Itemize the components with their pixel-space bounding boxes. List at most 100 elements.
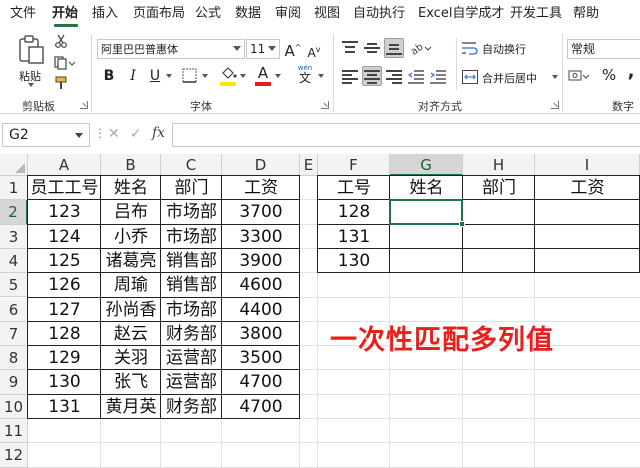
align-right-icon[interactable] — [386, 70, 402, 84]
cell-f1[interactable]: 工号 — [318, 176, 390, 200]
row-header-8[interactable]: 8 — [0, 346, 28, 371]
cell-b7[interactable]: 赵云 — [101, 322, 161, 346]
font-color-dropdown-icon[interactable] — [275, 74, 281, 78]
underline-dropdown-icon[interactable] — [166, 74, 172, 78]
cell-a9[interactable]: 130 — [28, 370, 101, 394]
currency-icon[interactable] — [568, 68, 590, 84]
decrease-indent-icon[interactable] — [408, 70, 424, 84]
cell-a2[interactable]: 123 — [28, 200, 101, 224]
cell-a10[interactable]: 131 — [28, 395, 101, 419]
cell-d2[interactable]: 3700 — [222, 200, 300, 224]
formula-input[interactable] — [172, 123, 640, 147]
column-header-e[interactable]: E — [300, 154, 318, 176]
cell-b8[interactable]: 关羽 — [101, 346, 161, 370]
tab-insert[interactable]: 插入 — [92, 6, 118, 22]
cell-i2[interactable] — [535, 200, 640, 224]
tab-page-layout[interactable]: 页面布局 — [133, 6, 185, 22]
borders-dropdown-icon[interactable] — [202, 74, 208, 78]
shrink-font-button[interactable]: Av — [305, 42, 323, 61]
cell-i3[interactable] — [535, 225, 640, 249]
cell-h3[interactable] — [463, 225, 535, 249]
merge-center-button[interactable]: 合并后居中 — [462, 68, 558, 86]
increase-indent-icon[interactable] — [430, 70, 446, 84]
align-left-icon[interactable] — [342, 70, 358, 84]
phonetic-dropdown-icon[interactable] — [318, 74, 324, 78]
cell-g3[interactable] — [390, 225, 463, 249]
column-header-b[interactable]: B — [101, 154, 161, 176]
insert-function-icon[interactable]: fx — [152, 125, 165, 141]
row-header-12[interactable]: 12 — [0, 443, 28, 468]
comma-button[interactable]: , — [622, 63, 640, 81]
cell-b10[interactable]: 黄月英 — [101, 395, 161, 419]
cell-c4[interactable]: 销售部 — [161, 249, 222, 273]
cell-d9[interactable]: 4700 — [222, 370, 300, 394]
align-center-icon[interactable] — [362, 66, 382, 86]
column-header-d[interactable]: D — [222, 154, 300, 176]
tab-data[interactable]: 数据 — [235, 6, 261, 22]
cell-h1[interactable]: 部门 — [463, 176, 535, 200]
cell-c2[interactable]: 市场部 — [161, 200, 222, 224]
cell-c9[interactable]: 运营部 — [161, 370, 222, 394]
cell-c3[interactable]: 市场部 — [161, 225, 222, 249]
font-color-button[interactable]: A — [254, 65, 272, 81]
column-header-i[interactable]: I — [535, 154, 640, 176]
percent-button[interactable]: % — [600, 67, 618, 83]
copy-icon[interactable] — [54, 56, 76, 70]
tab-automate[interactable]: 自动执行 — [353, 6, 405, 22]
tab-developer[interactable]: 开发工具 — [510, 6, 562, 22]
wrap-text-button[interactable]: 自动换行 — [462, 39, 534, 57]
cell-g1[interactable]: 姓名 — [390, 176, 463, 200]
tab-file[interactable]: 文件 — [10, 6, 36, 22]
cell-b1[interactable]: 姓名 — [101, 176, 161, 200]
underline-button[interactable]: U — [146, 68, 164, 84]
align-bottom-icon[interactable] — [384, 38, 404, 58]
grow-font-button[interactable]: A^ — [284, 40, 302, 59]
row-header-1[interactable]: 1 — [0, 176, 28, 201]
cell-b6[interactable]: 孙尚香 — [101, 298, 161, 322]
align-top-icon[interactable] — [342, 41, 358, 55]
phonetic-button[interactable]: wén 文 — [293, 64, 317, 86]
name-box[interactable]: G2 — [2, 123, 90, 147]
row-header-5[interactable]: 5 — [0, 273, 28, 298]
borders-icon[interactable] — [182, 68, 198, 84]
cell-a6[interactable]: 127 — [28, 298, 101, 322]
orientation-icon[interactable]: ab — [410, 40, 432, 56]
cell-c1[interactable]: 部门 — [161, 176, 222, 200]
merge-dropdown-icon[interactable] — [552, 75, 558, 79]
cell-i1[interactable]: 工资 — [535, 176, 640, 200]
worksheet-grid[interactable]: ABCDEFGHI 1 2 3 4 5 6 7 8 9 10 11 12 员工工号 姓名 部门 工资 123 吕… — [0, 150, 640, 468]
number-format-dropdown[interactable]: 常规 — [567, 39, 640, 59]
cancel-icon[interactable]: ✕ — [108, 126, 120, 142]
cell-a4[interactable]: 125 — [28, 249, 101, 273]
font-launcher-icon[interactable] — [321, 101, 329, 109]
cell-b5[interactable]: 周瑜 — [101, 273, 161, 297]
select-all-button[interactable] — [0, 154, 28, 176]
row-header-7[interactable]: 7 — [0, 321, 28, 347]
align-middle-icon[interactable] — [364, 41, 380, 55]
row-header-3[interactable]: 3 — [0, 224, 28, 249]
tab-view[interactable]: 视图 — [314, 6, 340, 22]
cut-icon[interactable] — [54, 34, 68, 48]
column-header-c[interactable]: C — [161, 154, 222, 176]
cell-c5[interactable]: 销售部 — [161, 273, 222, 297]
cell-d5[interactable]: 4600 — [222, 273, 300, 297]
cell-a1[interactable]: 员工工号 — [28, 176, 101, 200]
cell-a7[interactable]: 128 — [28, 322, 101, 346]
cell-b2[interactable]: 吕布 — [101, 200, 161, 224]
bold-button[interactable]: B — [100, 68, 118, 84]
tab-excel-self-study[interactable]: Excel自学成才 — [418, 6, 504, 22]
column-header-a[interactable]: A — [28, 154, 101, 176]
format-painter-icon[interactable] — [54, 76, 68, 90]
row-header-9[interactable]: 9 — [0, 370, 28, 395]
tab-review[interactable]: 审阅 — [275, 6, 301, 22]
cell-f2[interactable]: 128 — [318, 200, 390, 224]
tab-formulas[interactable]: 公式 — [195, 6, 221, 22]
tab-help[interactable]: 帮助 — [573, 6, 599, 22]
cell-c7[interactable]: 财务部 — [161, 322, 222, 346]
cell-c10[interactable]: 财务部 — [161, 395, 222, 419]
row-header-11[interactable]: 11 — [0, 419, 28, 444]
cell-d4[interactable]: 3900 — [222, 249, 300, 273]
cell-b9[interactable]: 张飞 — [101, 370, 161, 394]
column-header-f[interactable]: F — [318, 154, 390, 176]
fill-color-dropdown-icon[interactable] — [240, 74, 246, 78]
